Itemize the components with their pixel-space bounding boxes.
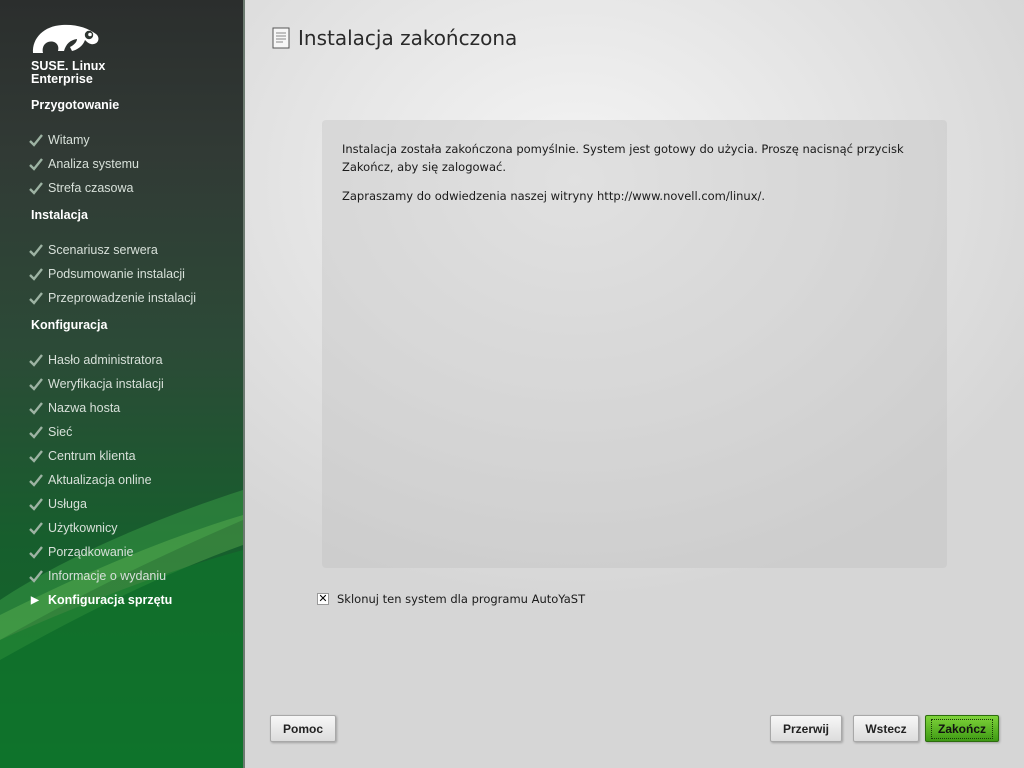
- help-button[interactable]: Pomoc: [270, 715, 336, 742]
- checkmark-icon: [29, 450, 43, 463]
- website-message: Zapraszamy do odwiedzenia naszej witryny…: [342, 189, 766, 203]
- section-title-instalacja: Instalacja: [31, 208, 88, 222]
- step-haslo-administratora: Hasło administratora: [28, 351, 163, 369]
- step-nazwa-hosta: Nazwa hosta: [28, 399, 120, 417]
- autoyast-clone-checkbox-row[interactable]: ✕ Sklonuj ten system dla programu AutoYa…: [317, 592, 585, 606]
- step-porzadkowanie: Porządkowanie: [28, 543, 133, 561]
- finish-button-label[interactable]: Zakończ: [930, 718, 993, 739]
- step-label: Analiza systemu: [48, 157, 140, 171]
- abort-button[interactable]: Przerwij: [770, 715, 842, 742]
- step-label: Usługa: [48, 497, 87, 511]
- step-label: Sieć: [48, 425, 73, 439]
- step-label: Informacje o wydaniu: [48, 569, 167, 583]
- step-weryfikacja-instalacji: Weryfikacja instalacji: [28, 375, 164, 393]
- completion-message: Instalacja została zakończona pomyślnie.…: [342, 142, 904, 174]
- brand-name: SUSE. Linux Enterprise: [31, 60, 105, 86]
- checkmark-icon: [29, 402, 43, 415]
- autoyast-checkbox[interactable]: ✕: [317, 593, 329, 605]
- page-header: Instalacja zakończona: [272, 26, 517, 50]
- back-button[interactable]: Wstecz: [853, 715, 919, 742]
- current-step-arrow-icon: ▶: [31, 594, 39, 606]
- step-label: Scenariusz serwera: [48, 243, 158, 257]
- step-label: Strefa czasowa: [48, 181, 134, 195]
- document-icon: [272, 27, 290, 49]
- checkmark-icon: [29, 292, 43, 305]
- step-label: Porządkowanie: [48, 545, 134, 559]
- checkmark-icon: [29, 570, 43, 583]
- checkmark-icon: [29, 158, 43, 171]
- page-title: Instalacja zakończona: [298, 26, 518, 50]
- message-panel: Instalacja została zakończona pomyślnie.…: [322, 120, 947, 568]
- step-label: Aktualizacja online: [48, 473, 152, 487]
- step-label: Konfiguracja sprzętu: [48, 593, 173, 607]
- step-label: Nazwa hosta: [48, 401, 121, 415]
- checkmark-icon: [29, 498, 43, 511]
- suse-chameleon-logo: [32, 24, 99, 53]
- section-title-przygotowanie: Przygotowanie: [31, 98, 120, 112]
- checkmark-icon: [29, 244, 43, 257]
- step-usluga: Usługa: [28, 495, 87, 513]
- step-konfiguracja-sprzetu: ▶ Konfiguracja sprzętu: [28, 591, 172, 609]
- step-strefa-czasowa: Strefa czasowa: [28, 179, 133, 197]
- step-aktualizacja-online: Aktualizacja online: [28, 471, 152, 489]
- checkmark-icon: [29, 426, 43, 439]
- step-informacje-o-wydaniu: Informacje o wydaniu: [28, 567, 166, 585]
- finish-button[interactable]: Zakończ: [925, 715, 999, 742]
- step-label: Hasło administratora: [48, 353, 163, 367]
- checkmark-icon: [29, 134, 43, 147]
- section-title-konfiguracja: Konfiguracja: [31, 318, 108, 332]
- sidebar: SUSE. Linux Enterprise Przygotowanie Wit…: [0, 0, 243, 768]
- step-label: Podsumowanie instalacji: [48, 267, 185, 281]
- step-przeprowadzenie-instalacji: Przeprowadzenie instalacji: [28, 289, 196, 307]
- step-label: Witamy: [48, 133, 90, 147]
- step-centrum-klienta: Centrum klienta: [28, 447, 136, 465]
- checkmark-icon: [29, 474, 43, 487]
- checkmark-icon: [29, 268, 43, 281]
- step-label: Użytkownicy: [48, 521, 118, 535]
- checkmark-icon: [29, 546, 43, 559]
- brand-line2: Enterprise: [31, 72, 93, 86]
- step-analiza-systemu: Analiza systemu: [28, 155, 139, 173]
- step-podsumowanie-instalacji: Podsumowanie instalacji: [28, 265, 185, 283]
- checkmark-icon: [29, 522, 43, 535]
- step-scenariusz-serwera: Scenariusz serwera: [28, 241, 158, 259]
- step-uzytkownicy: Użytkownicy: [28, 519, 117, 537]
- step-label: Centrum klienta: [48, 449, 136, 463]
- autoyast-checkbox-label[interactable]: Sklonuj ten system dla programu AutoYaST: [337, 592, 585, 606]
- step-witamy: Witamy: [28, 131, 90, 149]
- step-label: Przeprowadzenie instalacji: [48, 291, 196, 305]
- checkmark-icon: [29, 182, 43, 195]
- checkmark-icon: [29, 378, 43, 391]
- step-label: Weryfikacja instalacji: [48, 377, 164, 391]
- step-siec: Sieć: [28, 423, 72, 441]
- checkmark-icon: [29, 354, 43, 367]
